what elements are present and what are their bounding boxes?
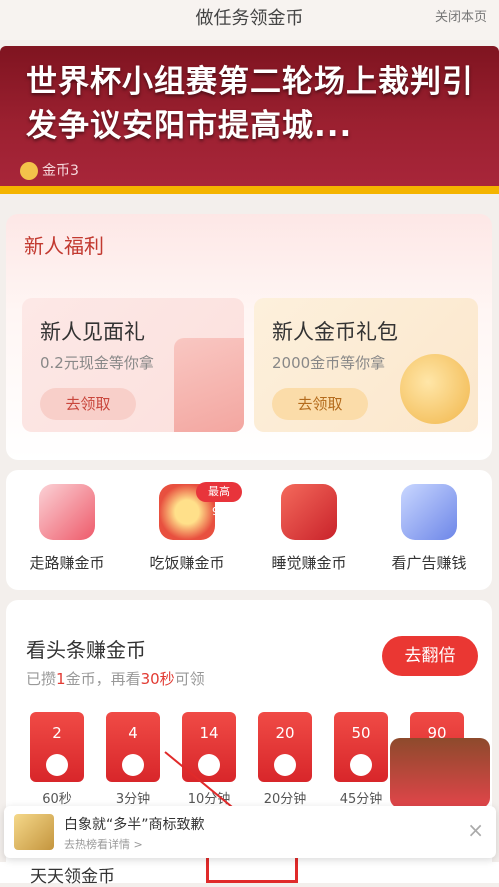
hot-news-popup[interactable]: 白象就“多半”商标致歉 去热榜看详情 > × bbox=[4, 806, 496, 858]
news-thumbnail bbox=[14, 814, 54, 850]
popup-desc[interactable]: 去热榜看详情 > bbox=[64, 836, 143, 852]
popup-title: 白象就“多半”商标致歉 bbox=[64, 817, 205, 833]
annotation-arrow bbox=[164, 751, 283, 852]
close-icon[interactable]: × bbox=[467, 818, 484, 842]
daily-coins-title: 天天领金币 bbox=[30, 867, 115, 887]
